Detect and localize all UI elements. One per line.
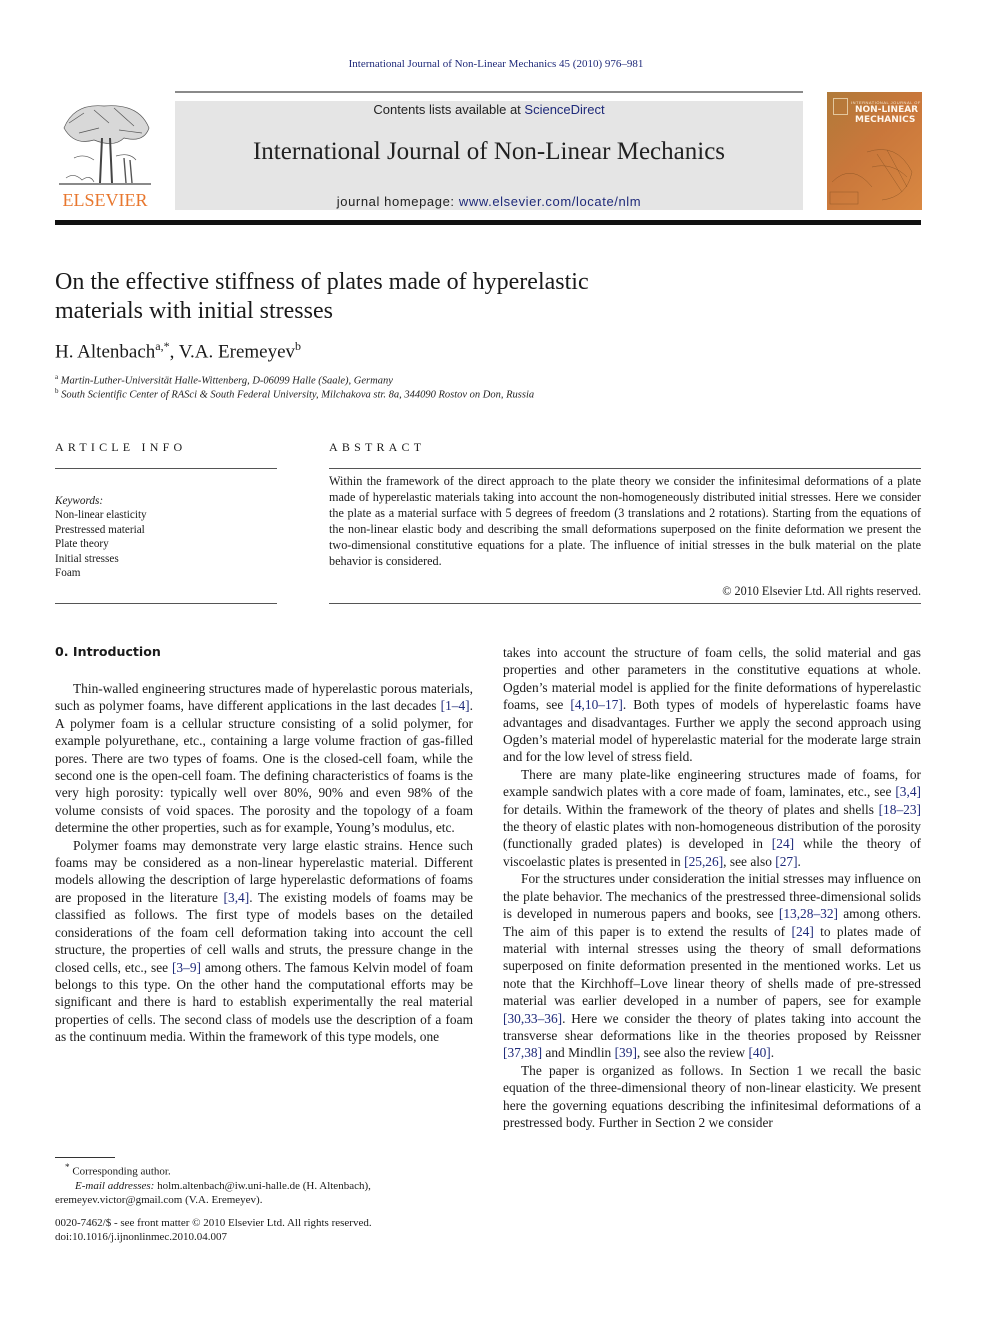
text-run: , see also the review [636, 1045, 749, 1061]
abstract-bottom-rule [329, 603, 921, 604]
citation-link[interactable]: [3–9] [172, 960, 201, 975]
corresponding-author-note: * Corresponding author. [55, 1160, 475, 1179]
journal-title: International Journal of Non-Linear Mech… [252, 138, 726, 165]
corresponding-text: Corresponding author. [72, 1165, 171, 1178]
email-link[interactable]: eremeyev.victor@gmail.com [55, 1194, 182, 1206]
paragraph: There are many plate-like engineering st… [503, 766, 921, 870]
citation-link[interactable]: [13,28–32] [779, 906, 838, 921]
paragraph: The paper is organized as follows. In Se… [503, 1062, 921, 1132]
text-run: and Mindlin [542, 1045, 615, 1061]
author-affiliation-mark[interactable]: b [295, 339, 301, 353]
homepage-link[interactable]: www.elsevier.com/locate/nlm [459, 194, 641, 209]
citation-link[interactable]: [3,4] [895, 784, 921, 799]
keywords-label: Keywords: [55, 495, 104, 507]
running-head[interactable]: International Journal of Non-Linear Mech… [0, 58, 992, 70]
masthead-bottom-rule [55, 220, 921, 225]
paragraph: Polymer foams may demonstrate very large… [55, 837, 473, 1046]
citation-link[interactable]: [40] [748, 1045, 770, 1060]
text-run: , see also [723, 853, 776, 869]
footnotes: * Corresponding author. E-mail addresses… [55, 1160, 475, 1207]
citation-link[interactable]: [39] [615, 1045, 637, 1060]
keyword-item: Initial stresses [55, 552, 119, 565]
article-info-top-rule [55, 468, 277, 469]
email-line: eremeyev.victor@gmail.com (V.A. Eremeyev… [55, 1193, 475, 1207]
section-heading-introduction: 0. Introduction [55, 644, 161, 659]
doi-line[interactable]: doi:10.1016/j.ijnonlinmec.2010.04.007 [55, 1230, 372, 1244]
issn-line: 0020-7462/$ - see front matter © 2010 El… [55, 1217, 372, 1229]
affiliation-text: Martin-Luther-Universität Halle-Wittenbe… [60, 375, 393, 387]
journal-homepage: journal homepage: www.elsevier.com/locat… [175, 194, 803, 209]
email-link[interactable]: holm.altenbach@iw.uni-halle.de [157, 1180, 300, 1192]
text-run: . [797, 853, 801, 869]
article-title-line2: materials with initial stresses [55, 298, 333, 324]
email-owner: (H. Altenbach), [300, 1179, 371, 1192]
masthead-top-rule [175, 91, 803, 93]
citation-link[interactable]: [18–23] [879, 802, 921, 817]
citation-link[interactable]: [27] [775, 854, 797, 869]
footnote-rule [55, 1157, 115, 1158]
article-title: On the effective stiffness of plates mad… [55, 268, 695, 326]
contents-prefix: Contents lists available at [373, 102, 525, 117]
journal-cover-thumbnail[interactable]: INTERNATIONAL JOURNAL OF NON-LINEAR MECH… [827, 92, 922, 210]
abstract-body: Within the framework of the direct appro… [329, 474, 921, 568]
email-label: E-mail addresses: [75, 1179, 155, 1192]
corresponding-mark: * [65, 1162, 70, 1172]
homepage-prefix: journal homepage: [336, 194, 459, 209]
abstract-heading: ABSTRACT [329, 440, 426, 454]
text-run: . A polymer foam is a cellular structure… [55, 698, 473, 836]
author-separator: , [169, 341, 179, 363]
author-affiliation-mark[interactable]: a,* [155, 339, 169, 353]
citation-link[interactable]: [3,4] [224, 890, 250, 905]
text-run: There are many plate-like engineering st… [503, 766, 921, 800]
affiliation-mark: a [55, 373, 59, 381]
text-run: for details. Within the framework of the… [503, 801, 879, 817]
article-title-line1: On the effective stiffness of plates mad… [55, 269, 589, 295]
citation-link[interactable]: [4,10–17] [570, 697, 622, 712]
keywords-block: Keywords: Non-linear elasticity Prestres… [55, 494, 147, 580]
paragraph: For the structures under consideration t… [503, 870, 921, 1061]
citation-link[interactable]: [1–4] [441, 698, 470, 713]
sciencedirect-link[interactable]: ScienceDirect [524, 102, 604, 117]
citation-link[interactable]: [37,38] [503, 1045, 542, 1060]
keyword-item: Plate theory [55, 538, 109, 551]
article-info-heading: ARTICLE INFO [55, 440, 187, 454]
paragraph: Thin-walled engineering structures made … [55, 680, 473, 837]
author-name[interactable]: H. Altenbach [55, 341, 155, 362]
affiliation-b: b South Scientific Center of RASci & Sou… [55, 387, 534, 401]
citation-link[interactable]: [24] [791, 924, 813, 939]
email-owner: (V.A. Eremeyev). [182, 1193, 263, 1206]
affiliation-a: a Martin-Luther-Universität Halle-Witten… [55, 373, 393, 387]
cover-diagram-icon [829, 149, 913, 205]
tree-icon [59, 105, 151, 185]
text-run: . [770, 1045, 775, 1061]
citation-link[interactable]: [25,26] [684, 854, 723, 869]
keyword-item: Non-linear elasticity [55, 509, 147, 522]
email-line: E-mail addresses: holm.altenbach@iw.uni-… [55, 1179, 475, 1193]
author-name[interactable]: V.A. Eremeyev [179, 341, 295, 362]
elsevier-wordmark[interactable]: ELSEVIER [54, 190, 156, 211]
left-column-body: Thin-walled engineering structures made … [55, 680, 473, 1046]
author-list: H. Altenbacha,*, V.A. Eremeyevb [55, 339, 301, 363]
affiliation-text: South Scientific Center of RASci & South… [61, 389, 535, 401]
article-info-bottom-rule [55, 603, 277, 604]
text-run: Thin-walled engineering structures made … [55, 681, 473, 714]
contents-availability: Contents lists available at ScienceDirec… [175, 102, 803, 117]
abstract-copyright: © 2010 Elsevier Ltd. All rights reserved… [722, 584, 921, 598]
affiliation-mark: b [55, 387, 59, 395]
keyword-item: Prestressed material [55, 523, 145, 536]
text-run: . Here we consider the theory of plates … [503, 1010, 921, 1043]
paragraph: takes into account the structure of foam… [503, 644, 921, 766]
right-column-body: takes into account the structure of foam… [503, 644, 921, 1131]
citation-link[interactable]: [24] [772, 836, 794, 851]
keyword-item: Foam [55, 567, 81, 580]
abstract-top-rule [329, 468, 921, 469]
citation-link[interactable]: [30,33–36] [503, 1011, 562, 1026]
front-matter: 0020-7462/$ - see front matter © 2010 El… [55, 1216, 372, 1244]
text-run: The paper is organized as follows. In Se… [503, 1062, 921, 1130]
